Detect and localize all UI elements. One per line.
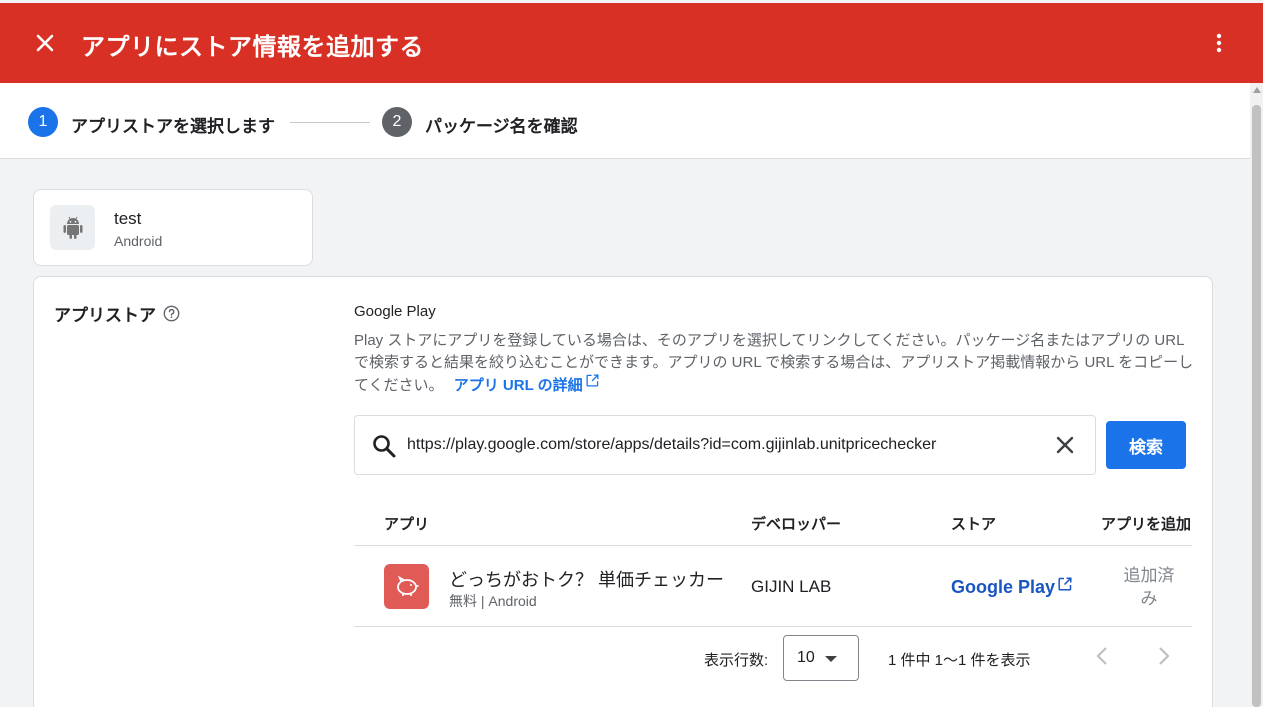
app-bar: アプリにストア情報を追加する (0, 3, 1263, 83)
pagination-range: 1 件中 1〜1 件を表示 (888, 652, 1031, 669)
added-status: 追加済み (1123, 566, 1175, 608)
result-app-meta: 無料 | Android (449, 593, 537, 609)
result-app-name: どっちがおトク？ 単価チェッカー (449, 570, 724, 590)
step-1-circle: 1 (28, 107, 58, 137)
step-connector (290, 122, 370, 123)
search-button[interactable]: 検索 (1106, 421, 1186, 469)
column-header-add-app: アプリを追加 (1101, 516, 1192, 533)
store-link[interactable]: Google Play (951, 577, 1072, 598)
stepper: 1 アプリストアを選択します 2 パッケージ名を確認 (0, 83, 1250, 159)
store-link-text: Google Play (951, 577, 1056, 597)
search-box[interactable] (354, 415, 1096, 475)
step-1-label: アプリストアを選択します (71, 117, 275, 136)
open-in-new-icon (1058, 577, 1072, 591)
app-info-card: test Android (33, 189, 313, 266)
close-icon[interactable] (33, 31, 57, 55)
piggy-bank-icon (396, 575, 418, 596)
page: アプリにストア情報を追加する 1 アプリストアを選択します 2 パッケージ名を確… (0, 0, 1263, 707)
scrollbar-thumb[interactable] (1252, 105, 1261, 707)
app-name: test (114, 209, 142, 228)
dropdown-arrow-icon (825, 656, 837, 662)
learn-more-link-text: アプリ URL の詳細 (453, 377, 583, 394)
column-header-store: ストア (951, 516, 997, 533)
dialog-title: アプリにストア情報を追加する (81, 34, 424, 61)
more-vert-icon[interactable] (1207, 31, 1231, 55)
step-2-label: パッケージ名を確認 (425, 117, 578, 136)
app-store-panel: アプリストア Google Play Play ストアにアプリを登録している場合… (33, 276, 1213, 707)
rows-per-page-value: 10 (797, 649, 815, 666)
chevron-left-icon[interactable] (1091, 644, 1115, 668)
rows-per-page-label: 表示行数: (704, 652, 769, 669)
android-icon (63, 216, 82, 239)
chevron-right-icon[interactable] (1151, 644, 1175, 668)
column-header-app: アプリ (384, 516, 430, 533)
section-label: アプリストア (54, 306, 156, 325)
app-platform: Android (114, 233, 163, 249)
store-description-block: Play ストアにアプリを登録している場合は、そのアプリを選択してリンクしてくだ… (354, 330, 1199, 397)
step-2-circle: 2 (382, 107, 412, 137)
store-name: Google Play (354, 303, 436, 320)
column-header-developer: デベロッパー (751, 516, 842, 533)
help-icon[interactable] (163, 305, 180, 322)
scroll-up-arrow-icon[interactable] (1253, 87, 1261, 93)
app-icon (384, 564, 429, 609)
clear-icon[interactable] (1053, 433, 1077, 457)
vertical-scrollbar[interactable] (1250, 83, 1263, 707)
learn-more-link[interactable]: アプリ URL の詳細 (453, 374, 599, 394)
app-platform-icon-box (50, 205, 95, 250)
rows-per-page-select[interactable]: 10 (783, 635, 859, 681)
search-input[interactable] (407, 434, 1027, 456)
table-header-divider (354, 545, 1192, 546)
section-label-wrapper: アプリストア (54, 301, 180, 326)
result-developer: GIJIN LAB (751, 577, 832, 596)
table-row-divider (354, 626, 1192, 627)
open-in-new-icon (586, 374, 599, 387)
search-icon (373, 435, 396, 458)
